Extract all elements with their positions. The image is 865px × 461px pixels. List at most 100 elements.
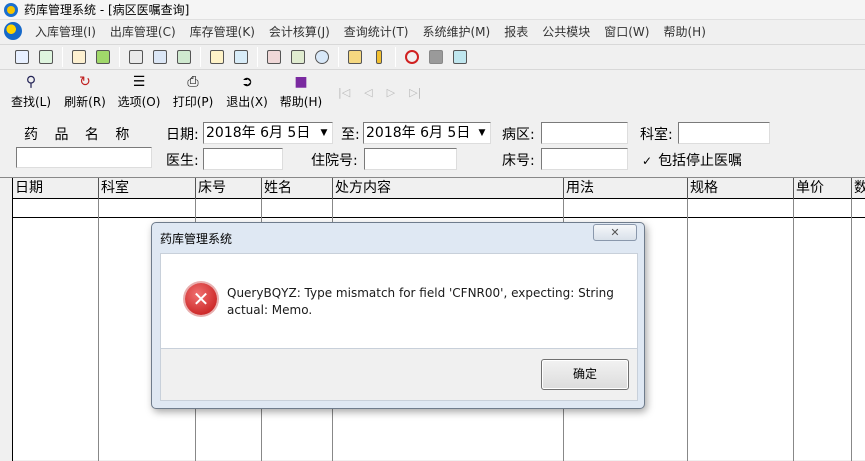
options-button[interactable]: ☰ 选项(O) bbox=[112, 74, 166, 112]
nav-next-icon[interactable]: ▷ bbox=[387, 86, 395, 99]
check-doc-icon[interactable] bbox=[36, 47, 56, 67]
menu-item-reports[interactable]: 报表 bbox=[497, 23, 535, 40]
app-logo-icon bbox=[4, 2, 18, 17]
error-message: QueryBQYZ: Type mismatch for field 'CFNR… bbox=[227, 286, 614, 317]
document-icon[interactable] bbox=[12, 47, 32, 67]
toolbar-divider bbox=[62, 47, 63, 67]
thermometer-icon[interactable] bbox=[369, 47, 389, 67]
grid-line bbox=[98, 199, 99, 461]
close-window-icon[interactable] bbox=[450, 47, 470, 67]
ok-button[interactable]: 确定 bbox=[541, 359, 629, 390]
nav-prev-icon[interactable]: ◁ bbox=[364, 86, 372, 99]
inpatient-label: 住院号: bbox=[311, 153, 358, 169]
menu-item-inbound[interactable]: 入库管理(I) bbox=[28, 23, 103, 40]
window-title: 药库管理系统 - [病区医嘱查询] bbox=[24, 3, 190, 17]
inpatient-input[interactable] bbox=[364, 148, 457, 170]
date-from-picker[interactable]: 2018年 6月 5日 ▼ bbox=[203, 122, 333, 144]
drug-name-input[interactable] bbox=[16, 147, 152, 168]
ledger-icon[interactable] bbox=[174, 47, 194, 67]
tools-icon[interactable] bbox=[288, 47, 308, 67]
icon-toolbar bbox=[0, 44, 865, 70]
menu-item-window[interactable]: 窗口(W) bbox=[597, 23, 656, 40]
error-dialog: 药库管理系统 ✕ ✕ QueryBQYZ: Type mismatch for … bbox=[151, 222, 645, 409]
col-date[interactable]: 日期 bbox=[13, 178, 99, 199]
toolbar-divider bbox=[257, 47, 258, 67]
folder-icon[interactable] bbox=[345, 47, 365, 67]
col-dept[interactable]: 科室 bbox=[99, 178, 196, 199]
dialog-title: 药库管理系统 bbox=[160, 232, 233, 246]
action-toolbar: ⚲ 查找(L) ↻ 刷新(R) ☰ 选项(O) ⎙ 打印(P) ➲ 退出(X) … bbox=[0, 74, 865, 114]
col-name[interactable]: 姓名 bbox=[262, 178, 333, 199]
printer-icon: ⎙ bbox=[187, 74, 199, 90]
refresh-icon: ↻ bbox=[79, 74, 91, 90]
bed-input[interactable] bbox=[541, 148, 628, 170]
menu-item-public[interactable]: 公共模块 bbox=[535, 23, 597, 40]
dialog-body: ✕ QueryBQYZ: Type mismatch for field 'CF… bbox=[160, 253, 638, 349]
menu-item-inventory[interactable]: 库存管理(K) bbox=[183, 23, 262, 40]
help-book-icon: ■ bbox=[294, 74, 308, 90]
options-icon: ☰ bbox=[132, 74, 146, 90]
exit-icon: ➲ bbox=[241, 74, 253, 90]
date-from-value: 2018年 6月 5日 bbox=[206, 125, 311, 141]
grid-line bbox=[851, 199, 852, 461]
refresh-button[interactable]: ↻ 刷新(R) bbox=[58, 74, 112, 112]
grid-header: 日期 科室 床号 姓名 处方内容 用法 规格 单价 数 bbox=[0, 178, 865, 199]
nav-first-icon[interactable]: |◁ bbox=[338, 86, 350, 99]
doctor-input[interactable] bbox=[203, 148, 283, 170]
drug-name-label: 药 品 名 称 bbox=[24, 127, 136, 143]
dept-input[interactable] bbox=[678, 122, 770, 144]
stop-icon[interactable] bbox=[402, 47, 422, 67]
list-doc-icon[interactable] bbox=[69, 47, 89, 67]
find-button[interactable]: ⚲ 查找(L) bbox=[4, 74, 58, 112]
col-qty[interactable]: 数 bbox=[852, 178, 865, 199]
include-stopped-checkbox[interactable]: ✓ 包括停止医嘱 bbox=[642, 150, 742, 170]
ward-label: 病区: bbox=[502, 127, 535, 143]
menu-item-help[interactable]: 帮助(H) bbox=[656, 23, 712, 40]
col-price[interactable]: 单价 bbox=[794, 178, 852, 199]
checkmark-icon: ✓ bbox=[642, 154, 653, 168]
row-indicator bbox=[0, 178, 13, 461]
date-to-label: 至: bbox=[341, 127, 360, 143]
col-usage[interactable]: 用法 bbox=[564, 178, 688, 199]
ward-input[interactable] bbox=[541, 122, 628, 144]
table-row[interactable] bbox=[0, 199, 865, 218]
toolbar-divider bbox=[200, 47, 201, 67]
date-to-value: 2018年 6月 5日 bbox=[366, 125, 471, 141]
dept-label: 科室: bbox=[640, 127, 673, 143]
date-to-picker[interactable]: 2018年 6月 5日 ▼ bbox=[363, 122, 491, 144]
bed-label: 床号: bbox=[502, 153, 535, 169]
toolbar-divider bbox=[119, 47, 120, 67]
exit-button[interactable]: ➲ 退出(X) bbox=[220, 74, 274, 112]
col-bed[interactable]: 床号 bbox=[196, 178, 262, 199]
table-icon[interactable] bbox=[231, 47, 251, 67]
col-spec[interactable]: 规格 bbox=[688, 178, 794, 199]
calculator-icon[interactable] bbox=[264, 47, 284, 67]
approve-icon[interactable] bbox=[93, 47, 113, 67]
mdi-logo-icon bbox=[4, 22, 22, 40]
include-stopped-label: 包括停止医嘱 bbox=[658, 153, 743, 169]
eraser-icon[interactable] bbox=[426, 47, 446, 67]
magnifier-icon: ⚲ bbox=[25, 74, 37, 90]
close-icon[interactable]: ✕ bbox=[593, 224, 637, 241]
report-icon[interactable] bbox=[207, 47, 227, 67]
help-button[interactable]: ■ 帮助(H) bbox=[274, 74, 328, 112]
toolbar-divider bbox=[395, 47, 396, 67]
error-icon: ✕ bbox=[185, 283, 217, 315]
card-icon[interactable] bbox=[150, 47, 170, 67]
record-navigator: |◁ ◁ ▷ ▷| bbox=[338, 86, 421, 99]
clipboard-icon[interactable] bbox=[126, 47, 146, 67]
search-icon[interactable] bbox=[312, 47, 332, 67]
chevron-down-icon[interactable]: ▼ bbox=[317, 124, 331, 142]
menu-item-query-stats[interactable]: 查询统计(T) bbox=[337, 23, 416, 40]
menu-item-outbound[interactable]: 出库管理(C) bbox=[103, 23, 183, 40]
nav-last-icon[interactable]: ▷| bbox=[409, 86, 421, 99]
doctor-label: 医生: bbox=[166, 153, 199, 169]
toolbar-divider bbox=[338, 47, 339, 67]
chevron-down-icon[interactable]: ▼ bbox=[475, 124, 489, 142]
date-label: 日期: bbox=[166, 127, 199, 143]
menu-item-accounting[interactable]: 会计核算(J) bbox=[262, 23, 337, 40]
menu-item-system[interactable]: 系统维护(M) bbox=[416, 23, 498, 40]
grid-line bbox=[687, 199, 688, 461]
print-button[interactable]: ⎙ 打印(P) bbox=[166, 74, 220, 112]
col-prescription[interactable]: 处方内容 bbox=[333, 178, 564, 199]
